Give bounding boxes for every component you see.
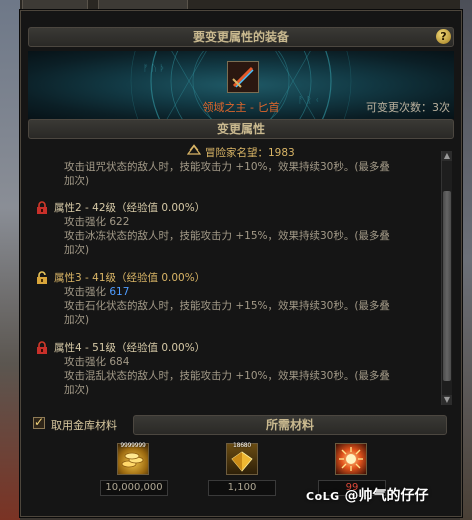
top-tab-1[interactable]: [22, 0, 88, 10]
attr2-strength: 攻击强化 622: [64, 216, 130, 228]
scroll-up-icon[interactable]: ▲: [442, 151, 452, 161]
attr1-desc-line1: 攻击诅咒状态的敌人时，技能攻击力 +10%，效果持续30秒。(最多叠: [64, 161, 390, 173]
use-vault-label[interactable]: 取用金库材料: [51, 417, 117, 433]
attr3-desc-line2: 加次): [64, 314, 90, 326]
attribute-scrollbar[interactable]: ▲ ▼: [441, 151, 452, 405]
attr4-desc-line1: 攻击混乱状态的敌人时，技能攻击力 +10%，效果持续30秒。(最多叠: [64, 370, 390, 382]
attr2-desc-line1: 攻击冰冻状态的敌人时，技能攻击力 +15%，效果持续30秒。(最多叠: [64, 230, 390, 242]
watermark: CoLG @帅气的仔仔: [306, 485, 429, 505]
attr3-strength-value: 617: [109, 286, 130, 298]
adventurer-fame: 冒险家名望：1983: [205, 147, 295, 159]
unlock-icon[interactable]: [36, 271, 48, 285]
magic-circle-panel: ᚠ ᚢ ᚦ ᚨ ᚱ ᚲ 领域之主 - 匕首 可变更次数：3次: [28, 51, 454, 119]
use-vault-checkbox[interactable]: [33, 415, 45, 429]
watermark-brand: CoLG: [306, 490, 340, 503]
lock-icon[interactable]: [36, 201, 48, 215]
attr3-strength-label: 攻击强化: [64, 286, 106, 298]
attr3-title: 属性3 - 41级（经验值 0.00%）: [54, 272, 206, 284]
attr-section-header: 变更属性: [28, 119, 454, 139]
attribute-change-window: 要变更属性的装备 ? ᚠ ᚢ ᚦ ᚨ ᚱ ᚲ 领域之主 - 匕首 可变更次数：3…: [20, 10, 462, 517]
crystal-graphic: [231, 451, 253, 472]
svg-text:ᚠ ᚢ ᚦ: ᚠ ᚢ ᚦ: [143, 63, 165, 74]
golden-crystal-icon[interactable]: 18680: [226, 442, 258, 475]
remaining-changes: 可变更次数：3次: [366, 101, 450, 114]
attr4-title: 属性4 - 51级（经验值 0.00%）: [54, 342, 206, 354]
materials-section-header: 所需材料: [133, 415, 447, 435]
material-1-amount: 10,000,000: [100, 480, 168, 496]
top-tab-2[interactable]: [98, 0, 188, 10]
equip-section-header: 要变更属性的装备 ?: [28, 27, 454, 47]
lock-icon[interactable]: [36, 341, 48, 355]
background-left: [0, 0, 20, 520]
equipped-dagger-slot[interactable]: [227, 61, 259, 93]
material-2-amount: 1,100: [208, 480, 276, 496]
gold-coins-icon[interactable]: 9999999: [117, 442, 149, 475]
watermark-text: @帅气的仔仔: [344, 488, 429, 504]
attr2-title: 属性2 - 42级（经验值 0.00%）: [54, 202, 206, 214]
equip-section-title: 要变更属性的装备: [192, 30, 289, 44]
scroll-thumb[interactable]: [443, 191, 451, 381]
scroll-down-icon[interactable]: ▼: [442, 395, 452, 405]
attr2-desc-line2: 加次): [64, 244, 90, 256]
attr4-desc-line2: 加次): [64, 384, 90, 396]
dagger-icon: [228, 62, 258, 92]
sun-orb-icon[interactable]: [335, 443, 367, 475]
coin-stack-graphic: [121, 452, 144, 468]
adventurer-fame-icon: [187, 144, 201, 155]
attribute-list[interactable]: 冒险家名望：1983 攻击诅咒状态的敌人时，技能攻击力 +10%，效果持续30秒…: [28, 143, 454, 407]
attr3-desc-line1: 攻击石化状态的敌人时，技能攻击力 +15%，效果持续30秒。(最多叠: [64, 300, 390, 312]
sun-graphic: [339, 447, 363, 471]
materials-section-title: 所需材料: [265, 418, 314, 432]
attr-section-title: 变更属性: [216, 122, 265, 136]
attr3-strength: 攻击强化 617: [64, 284, 129, 299]
attr4-strength: 攻击强化 684: [64, 356, 130, 368]
help-icon[interactable]: ?: [436, 29, 451, 44]
attr1-desc-line2: 加次): [64, 175, 90, 187]
